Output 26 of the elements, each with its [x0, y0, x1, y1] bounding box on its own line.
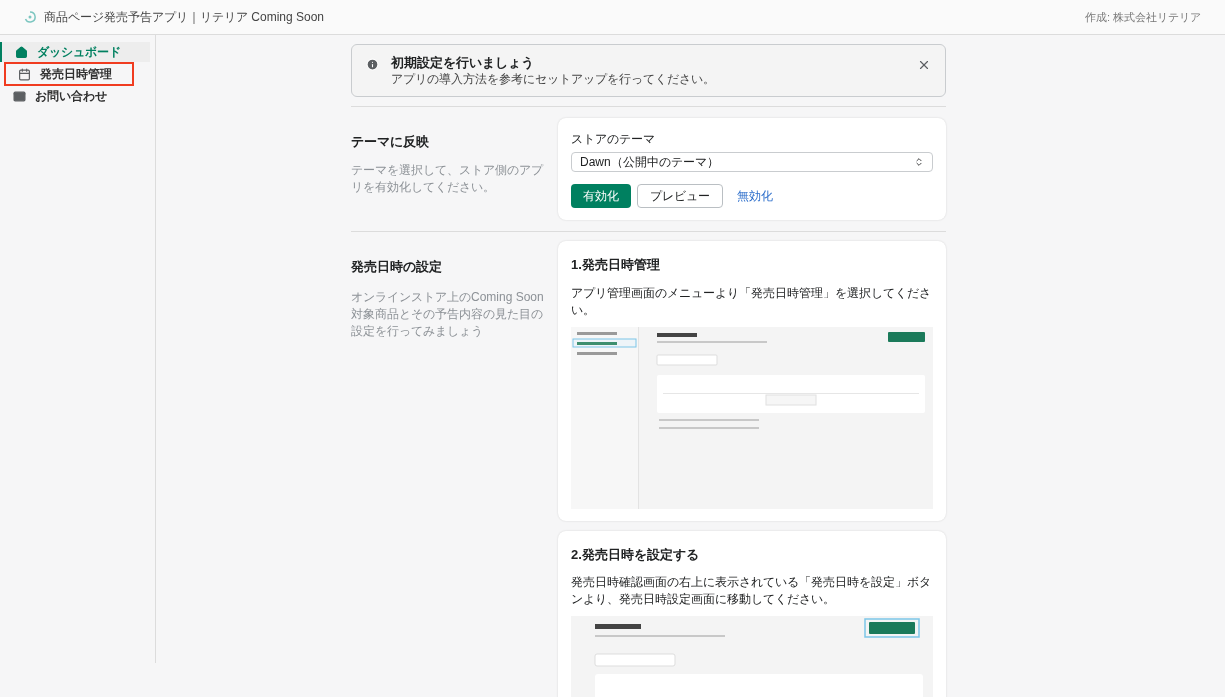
sidebar-item[interactable]: お問い合わせ — [0, 86, 150, 106]
step-title: 1.発売日時管理 — [571, 256, 661, 274]
step-title: 2.発売日時を設定する — [571, 545, 700, 564]
field-label: ストアのテーマ — [571, 131, 656, 148]
app-logo-icon — [24, 11, 36, 23]
step-text: 発売日時確認画面の右上に表示されている「発売日時を設定」ボタンより、発売日時設定画面に移動してください。 — [571, 574, 932, 608]
select-caret-icon — [914, 157, 924, 167]
close-icon[interactable] — [917, 58, 931, 72]
banner-title: 初期設定を行いましょう — [391, 55, 535, 70]
section-description: テーマを選択して、ストア側のアプリを有効化してください。 — [351, 161, 545, 196]
section-title: テーマに反映 — [351, 133, 430, 151]
section-title: 発売日時の設定 — [351, 258, 443, 276]
banner-message: アプリの導入方法を参考にセットアップを行ってください。 — [391, 72, 716, 86]
sidebar-item[interactable]: 発売日時管理 — [5, 63, 133, 85]
calendar-icon — [18, 67, 31, 81]
info-icon — [366, 58, 379, 71]
credit-text: 作成: 株式会社リテリア — [1084, 9, 1201, 25]
deactivate-link[interactable]: 無効化 — [729, 184, 781, 208]
app-title: 商品ページ発売予告アプリ｜リテリア Coming Soon — [44, 9, 325, 26]
home-icon — [15, 45, 28, 59]
sidebar-item[interactable]: ダッシュボード — [0, 42, 150, 62]
section-description: オンラインストア上のComing Soon対象商品とその予告内容の見た目の設定を行ってみましょう — [351, 288, 545, 340]
action-button[interactable]: プレビュー — [637, 184, 723, 208]
action-button[interactable]: 有効化 — [571, 184, 631, 208]
theme-select[interactable]: Dawn（公開中のテーマ） — [571, 152, 933, 172]
step-text: アプリ管理画面のメニューより「発売日時管理」を選択してください。 — [571, 284, 932, 319]
